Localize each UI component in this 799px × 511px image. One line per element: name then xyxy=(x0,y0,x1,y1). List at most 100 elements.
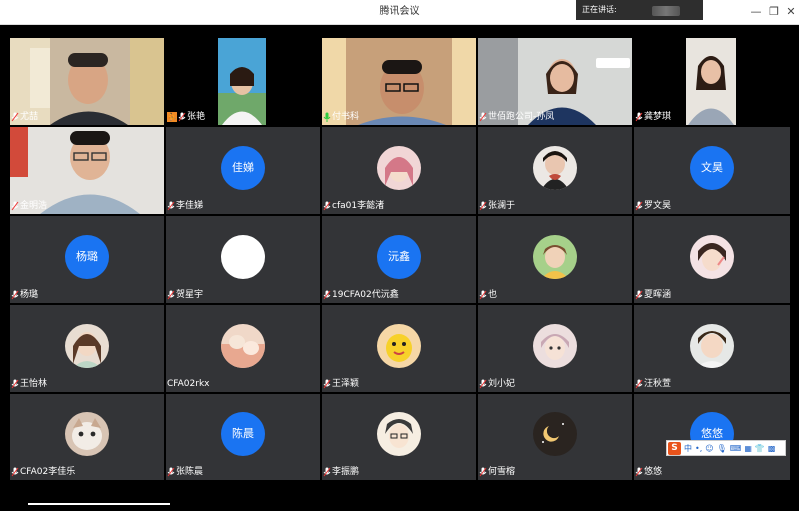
initials-avatar: 杨璐 xyxy=(65,234,109,279)
participant-tile[interactable]: 杨璐 杨璐 xyxy=(10,216,164,303)
mic-icon xyxy=(11,290,19,300)
initials-avatar: 佳娣 xyxy=(221,145,265,190)
initials-avatar: 文昊 xyxy=(690,145,734,190)
participant-name-tag: 贺星宇 xyxy=(166,289,203,301)
participant-tile[interactable]: 王怡林 xyxy=(10,305,164,392)
mic-icon xyxy=(11,467,19,477)
profile-avatar xyxy=(65,412,109,456)
participant-name: 杨璐 xyxy=(20,290,39,300)
participant-name-tag: 龚梦琪 xyxy=(634,111,671,123)
profile-avatar xyxy=(533,412,577,456)
participant-tile[interactable]: 汪秋萱 xyxy=(634,305,790,392)
mic-icon xyxy=(635,379,643,389)
participant-tile[interactable]: CFA02李佳乐 xyxy=(10,394,164,480)
mic-icon xyxy=(323,379,331,389)
participant-tile[interactable]: ⛹ 张艳 xyxy=(166,38,320,125)
participant-tile[interactable]: 李振鹏 xyxy=(322,394,476,480)
mic-icon xyxy=(479,467,487,477)
title-bar: 腾讯会议 正在讲话: — ❐ ✕ xyxy=(0,0,799,25)
speaking-indicator: 正在讲话: xyxy=(576,0,703,20)
participant-name-tag: 何雪榕 xyxy=(478,466,515,478)
participant-name: 王怡林 xyxy=(20,379,48,389)
mic-icon xyxy=(323,290,331,300)
participant-name: 金明浩 xyxy=(20,201,48,211)
skin-icon[interactable]: 👕 xyxy=(755,444,765,453)
participant-name-tag: 尤喆 xyxy=(10,111,38,123)
close-icon[interactable]: ✕ xyxy=(783,4,799,20)
participant-name: CFA02李佳乐 xyxy=(20,467,76,477)
participant-name: cfa01李懿渚 xyxy=(332,201,385,211)
participant-tile[interactable]: 沅鑫 19CFA02代沅鑫 xyxy=(322,216,476,303)
participant-name: 付书科 xyxy=(332,112,360,122)
toolbox-icon[interactable]: ▦ xyxy=(744,444,752,453)
participant-name: 也 xyxy=(488,290,498,300)
taskbar-indicator xyxy=(28,503,170,505)
participant-name-tag: 金明浩 xyxy=(10,200,47,212)
participant-name: 王泽颖 xyxy=(332,379,360,389)
participant-name-tag: 李振鹏 xyxy=(322,466,359,478)
mic-icon xyxy=(635,201,643,211)
participant-name: 何雪榕 xyxy=(488,467,516,477)
participant-tile[interactable]: 世佰跑公司-孙凤 xyxy=(478,38,632,125)
emoji-icon[interactable]: ☺ xyxy=(705,444,713,453)
participant-name: 世佰跑公司-孙凤 xyxy=(488,112,555,122)
bottom-strip xyxy=(0,483,799,511)
ime-toolbar[interactable]: S 中 •, ☺ 🎙 ⌨ ▦ 👕 ▩ xyxy=(666,440,786,456)
participant-tile[interactable]: 悠悠 悠悠 xyxy=(634,394,790,480)
video-feed xyxy=(218,38,266,125)
participant-name-tag: 李佳娣 xyxy=(166,200,203,212)
participant-name: 尤喆 xyxy=(20,112,39,122)
participant-tile[interactable]: 龚梦琪 xyxy=(634,38,790,125)
participant-tile[interactable]: 金明浩 xyxy=(10,127,164,214)
minimize-icon[interactable]: — xyxy=(748,4,764,20)
menu-grid-icon[interactable]: ▩ xyxy=(768,444,776,453)
participant-name: 龚梦琪 xyxy=(644,112,672,122)
voice-icon[interactable]: 🎙 xyxy=(717,444,727,453)
profile-avatar xyxy=(690,234,734,279)
participant-name-tag: 19CFA02代沅鑫 xyxy=(322,289,399,301)
restore-icon[interactable]: ❐ xyxy=(766,4,782,20)
participant-name: 贺星宇 xyxy=(176,290,204,300)
initials-avatar: 陈晨 xyxy=(221,412,265,456)
mic-icon xyxy=(479,290,487,300)
mic-icon xyxy=(479,112,487,122)
participant-name: 夏晖涵 xyxy=(644,290,672,300)
participant-name-tag: CFA02李佳乐 xyxy=(10,466,75,478)
participant-tile[interactable]: 也 xyxy=(478,216,632,303)
participant-name-tag: 王怡林 xyxy=(10,378,47,390)
participant-tile[interactable]: 夏晖涵 xyxy=(634,216,790,303)
participant-tile[interactable]: 王泽颖 xyxy=(322,305,476,392)
participant-name-tag: 刘小妃 xyxy=(478,378,515,390)
participant-tile[interactable]: cfa01李懿渚 xyxy=(322,127,476,214)
mic-icon xyxy=(479,379,487,389)
punctuation-icon[interactable]: •, xyxy=(695,444,702,453)
participant-name-tag: CFA02rkx xyxy=(166,378,209,390)
participant-tile[interactable]: CFA02rkx xyxy=(166,305,320,392)
participant-tile[interactable]: 贺星宇 xyxy=(166,216,320,303)
participant-tile[interactable]: 张澜于 xyxy=(478,127,632,214)
participant-tile[interactable]: 文昊 罗文昊 xyxy=(634,127,790,214)
participant-name: 19CFA02代沅鑫 xyxy=(332,290,399,300)
mic-icon xyxy=(11,112,19,122)
mic-icon xyxy=(11,379,19,389)
participant-tile[interactable]: 付书科 xyxy=(322,38,476,125)
mic-icon xyxy=(178,112,186,122)
participant-tile[interactable]: 尤喆 xyxy=(10,38,164,125)
sogou-logo-icon[interactable]: S xyxy=(668,441,681,455)
mic-icon xyxy=(167,201,175,211)
participant-name: 悠悠 xyxy=(644,467,663,477)
participant-name: 罗文昊 xyxy=(644,201,672,211)
participant-name: 张陈晨 xyxy=(176,467,204,477)
participant-tile[interactable]: 佳娣 李佳娣 xyxy=(166,127,320,214)
ime-mode-toggle[interactable]: 中 xyxy=(684,443,692,454)
participant-name: 张艳 xyxy=(187,112,206,122)
profile-avatar xyxy=(533,145,577,190)
mic-icon xyxy=(479,201,487,211)
mic-icon xyxy=(635,112,643,122)
participant-tile[interactable]: 刘小妃 xyxy=(478,305,632,392)
participant-tile[interactable]: 陈晨 张陈晨 xyxy=(166,394,320,480)
participant-tile[interactable]: 何雪榕 xyxy=(478,394,632,480)
participant-name-tag: 张澜于 xyxy=(478,200,515,212)
mic-icon xyxy=(635,290,643,300)
keyboard-icon[interactable]: ⌨ xyxy=(730,444,742,453)
